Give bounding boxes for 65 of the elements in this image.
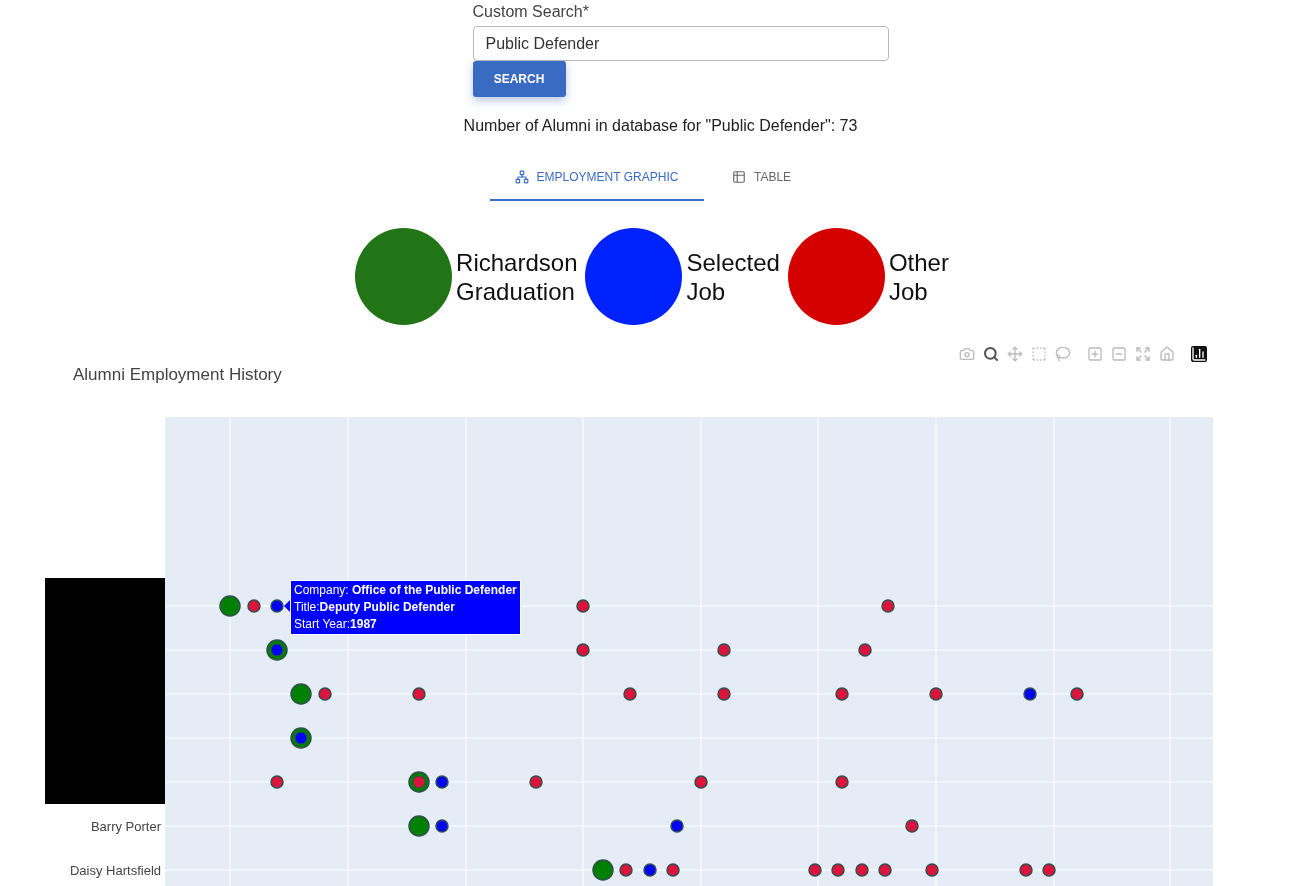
other-job-marker — [623, 687, 637, 701]
chart-logo-icon[interactable] — [1190, 345, 1208, 363]
network-icon — [514, 170, 529, 184]
other-job-marker — [855, 863, 869, 877]
graduation-marker — [219, 595, 241, 617]
selected-job-marker — [435, 775, 449, 789]
other-job-marker — [878, 863, 892, 877]
other-job-marker — [1070, 687, 1084, 701]
other-job-marker — [247, 599, 261, 613]
row-label: Barry Porter — [89, 818, 162, 834]
camera-icon[interactable] — [958, 345, 976, 363]
hover-tooltip: Company: Office of the Public Defender Title:Deputy Public Defender Start Year:1987 — [290, 580, 521, 635]
autoscale-icon[interactable] — [1134, 345, 1152, 363]
other-job-marker — [694, 775, 708, 789]
zoom-in-icon[interactable] — [1086, 345, 1104, 363]
search-label: Custom Search* — [472, 3, 590, 22]
zoom-icon[interactable] — [982, 345, 1000, 363]
other-job-marker — [929, 687, 943, 701]
other-job-marker — [412, 687, 426, 701]
selected-job-marker — [670, 819, 684, 833]
other-job-marker — [666, 863, 680, 877]
other-job-marker — [1042, 863, 1056, 877]
other-job-marker — [529, 775, 543, 789]
legend-label: Selected Job — [686, 247, 780, 306]
lasso-icon[interactable] — [1054, 345, 1072, 363]
other-job-marker — [905, 819, 919, 833]
graduation-marker — [290, 727, 312, 749]
selected-job-marker — [270, 599, 284, 613]
table-icon — [731, 170, 746, 184]
graduation-marker — [408, 815, 430, 837]
graduation-marker — [266, 639, 288, 661]
other-job-marker — [576, 643, 590, 657]
other-job-marker — [925, 863, 939, 877]
other-job-marker — [831, 863, 845, 877]
other-job-marker — [717, 643, 731, 657]
other-job-marker — [270, 775, 284, 789]
graduation-marker — [290, 683, 312, 705]
other-job-marker — [881, 599, 895, 613]
graduation-marker — [592, 859, 614, 881]
selected-job-marker — [643, 863, 657, 877]
other-job-marker — [318, 687, 332, 701]
zoom-out-icon[interactable] — [1110, 345, 1128, 363]
selected-job-marker — [1023, 687, 1037, 701]
graduation-marker — [408, 771, 430, 793]
other-job-marker — [1019, 863, 1033, 877]
home-icon[interactable] — [1158, 345, 1176, 363]
other-job-marker — [835, 775, 849, 789]
other-job-marker — [576, 599, 590, 613]
search-field[interactable]: Public Defender — [472, 26, 889, 61]
tab[interactable]: TABLE — [703, 155, 820, 201]
alumni-count-text: Number of Alumni in database for "Public Defender": 73 — [463, 117, 858, 135]
row-label: Daisy Hartsfield — [68, 862, 162, 878]
box-select-icon[interactable] — [1030, 345, 1048, 363]
other-job-marker — [619, 863, 633, 877]
search-button[interactable]: SEARCH — [472, 61, 566, 97]
tab[interactable]: EMPLOYMENT GRAPHIC — [489, 155, 704, 201]
other-job-marker — [808, 863, 822, 877]
legend-label: Other Job — [888, 247, 949, 306]
other-job-marker — [858, 643, 872, 657]
other-job-marker — [717, 687, 731, 701]
selected-job-marker — [435, 819, 449, 833]
move-icon[interactable] — [1006, 345, 1024, 363]
chart-title: Alumni Employment History — [73, 365, 282, 385]
other-job-marker — [835, 687, 849, 701]
legend-label: Richardson Graduation — [456, 247, 578, 306]
